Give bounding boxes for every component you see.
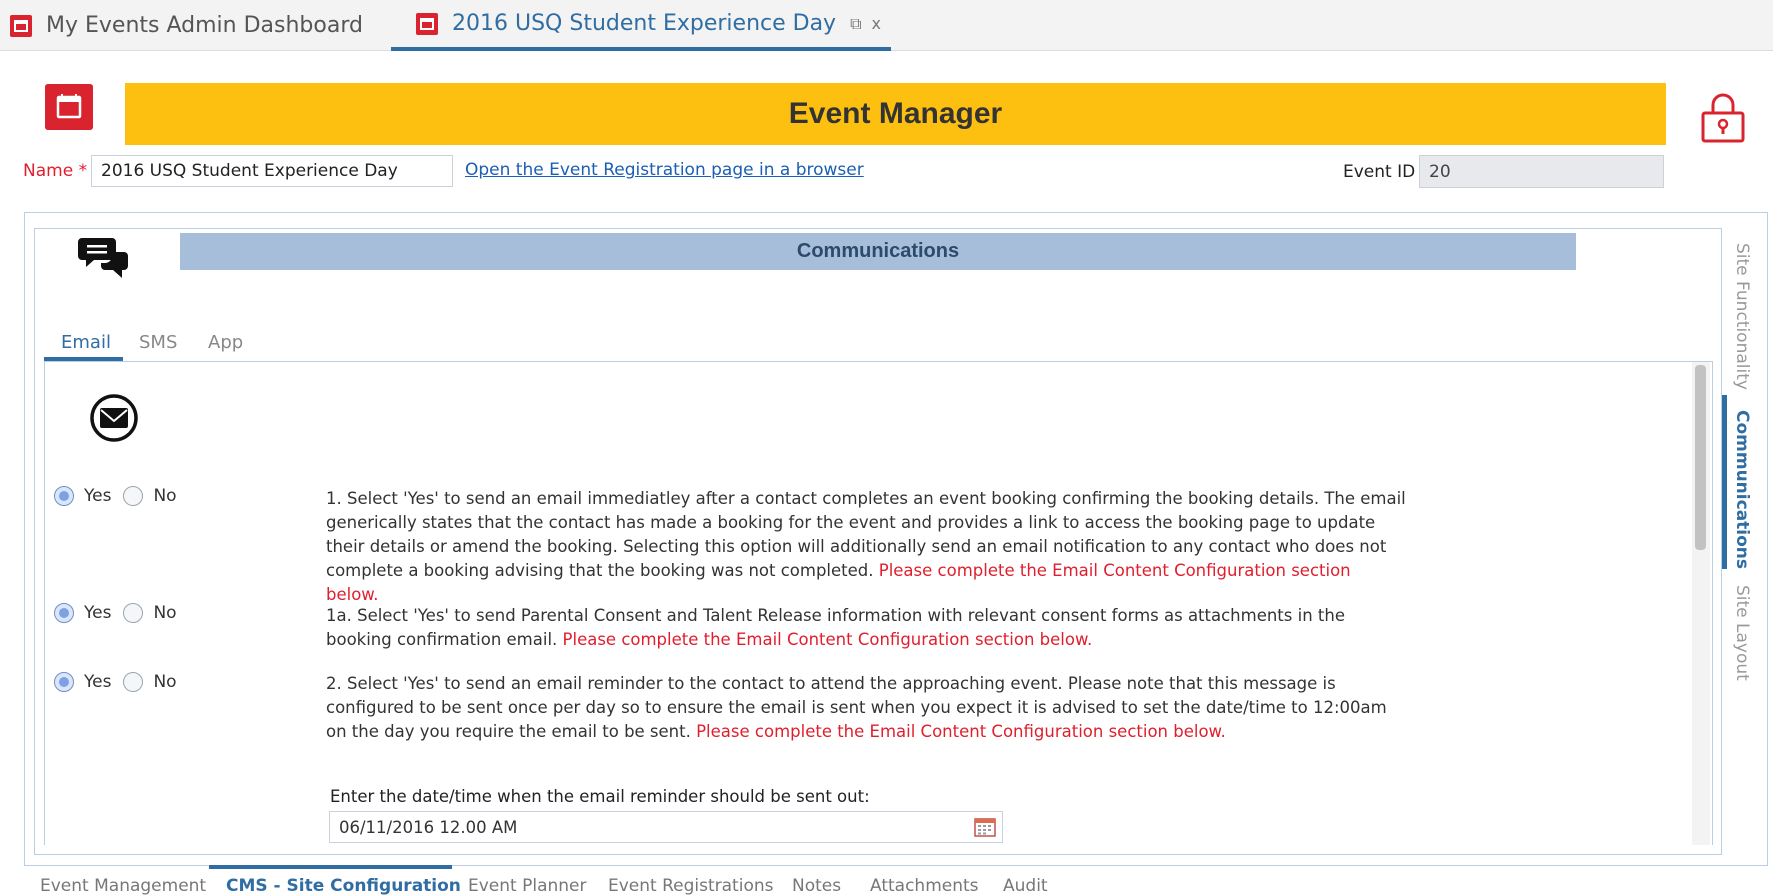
required-marker: * (78, 161, 88, 181)
doc-tab-event[interactable]: 2016 USQ Student Experience Day ⧉ x (391, 0, 891, 51)
chat-bubbles-icon (78, 238, 128, 278)
event-name-input[interactable] (91, 155, 453, 187)
yes-label: Yes (84, 603, 112, 623)
calendar-icon (10, 14, 32, 37)
envelope-icon (90, 394, 138, 442)
side-tab-active-indicator (1722, 395, 1727, 569)
bottom-tab-event-management[interactable]: Event Management (40, 876, 206, 896)
side-tab-communications[interactable]: Communications (1728, 410, 1756, 570)
page-title-bar: Event Manager (125, 83, 1666, 145)
reminder-date-label: Enter the date/time when the email remin… (330, 787, 870, 806)
bottom-tab-audit[interactable]: Audit (1003, 876, 1048, 896)
scrollbar-thumb[interactable] (1695, 365, 1706, 550)
side-tab-site-functionality[interactable]: Site Functionality (1728, 243, 1756, 390)
option-2-no-radio[interactable] (123, 672, 144, 692)
tab-app[interactable]: App (208, 332, 243, 353)
bottom-tab-notes[interactable]: Notes (792, 876, 841, 896)
option-1a-yes-radio[interactable] (54, 603, 74, 623)
option-1-no-radio[interactable] (123, 486, 144, 506)
side-tab-label: Communications (1732, 410, 1752, 570)
option-1-radio-group: Yes No (54, 486, 189, 506)
lock-icon[interactable] (1700, 91, 1746, 143)
page-title: Event Manager (788, 97, 1003, 130)
tab-email[interactable]: Email (61, 332, 111, 353)
option-1-yes-radio[interactable] (54, 486, 74, 506)
tab-sms[interactable]: SMS (139, 332, 177, 353)
bottom-tab-cms-site-configuration[interactable]: CMS - Site Configuration (226, 876, 461, 896)
yes-label: Yes (84, 486, 112, 506)
bottom-tab-attachments[interactable]: Attachments (870, 876, 979, 896)
option-1a-radio-group: Yes No (54, 603, 189, 623)
restore-icon[interactable]: ⧉ (850, 14, 861, 34)
no-label: No (153, 672, 177, 692)
open-registration-link[interactable]: Open the Event Registration page in a br… (465, 160, 864, 180)
section-header: Communications (180, 233, 1576, 270)
doc-tab-label: My Events Admin Dashboard (46, 13, 363, 38)
yes-label: Yes (84, 672, 112, 692)
document-tab-strip: My Events Admin Dashboard 2016 USQ Stude… (0, 0, 1773, 51)
side-tab-label: Site Functionality (1732, 243, 1752, 390)
no-label: No (153, 486, 177, 506)
bottom-tab-active-indicator (209, 865, 452, 869)
option-1a-warning: Please complete the Email Content Config… (562, 630, 1093, 649)
doc-tab-dashboard[interactable]: My Events Admin Dashboard (10, 0, 363, 51)
option-1a-no-radio[interactable] (123, 603, 144, 623)
calendar-icon (45, 84, 93, 130)
option-2-radio-group: Yes No (54, 672, 189, 692)
option-2-warning: Please complete the Email Content Config… (696, 722, 1226, 741)
name-label: Name * (23, 161, 87, 181)
date-picker-icon[interactable] (974, 817, 996, 837)
side-tab-label: Site Layout (1732, 585, 1752, 681)
event-id-label: Event ID (1343, 162, 1416, 182)
option-2-yes-radio[interactable] (54, 672, 74, 692)
close-tab-button[interactable]: x (872, 14, 881, 33)
section-title: Communications (796, 240, 960, 262)
doc-tab-label: 2016 USQ Student Experience Day (452, 11, 837, 36)
option-2-description: 2. Select 'Yes' to send an email reminde… (326, 672, 1406, 744)
no-label: No (153, 603, 177, 623)
calendar-icon (416, 12, 438, 35)
name-label-text: Name (23, 161, 74, 181)
side-tab-site-layout[interactable]: Site Layout (1728, 585, 1756, 681)
bottom-tab-event-registrations[interactable]: Event Registrations (608, 876, 773, 896)
event-id-field (1419, 155, 1664, 188)
bottom-tab-event-planner[interactable]: Event Planner (468, 876, 587, 896)
option-1a-description: 1a. Select 'Yes' to send Parental Consen… (326, 604, 1406, 652)
option-1-description: 1. Select 'Yes' to send an email immedia… (326, 487, 1406, 607)
reminder-date-input[interactable] (329, 811, 1003, 843)
